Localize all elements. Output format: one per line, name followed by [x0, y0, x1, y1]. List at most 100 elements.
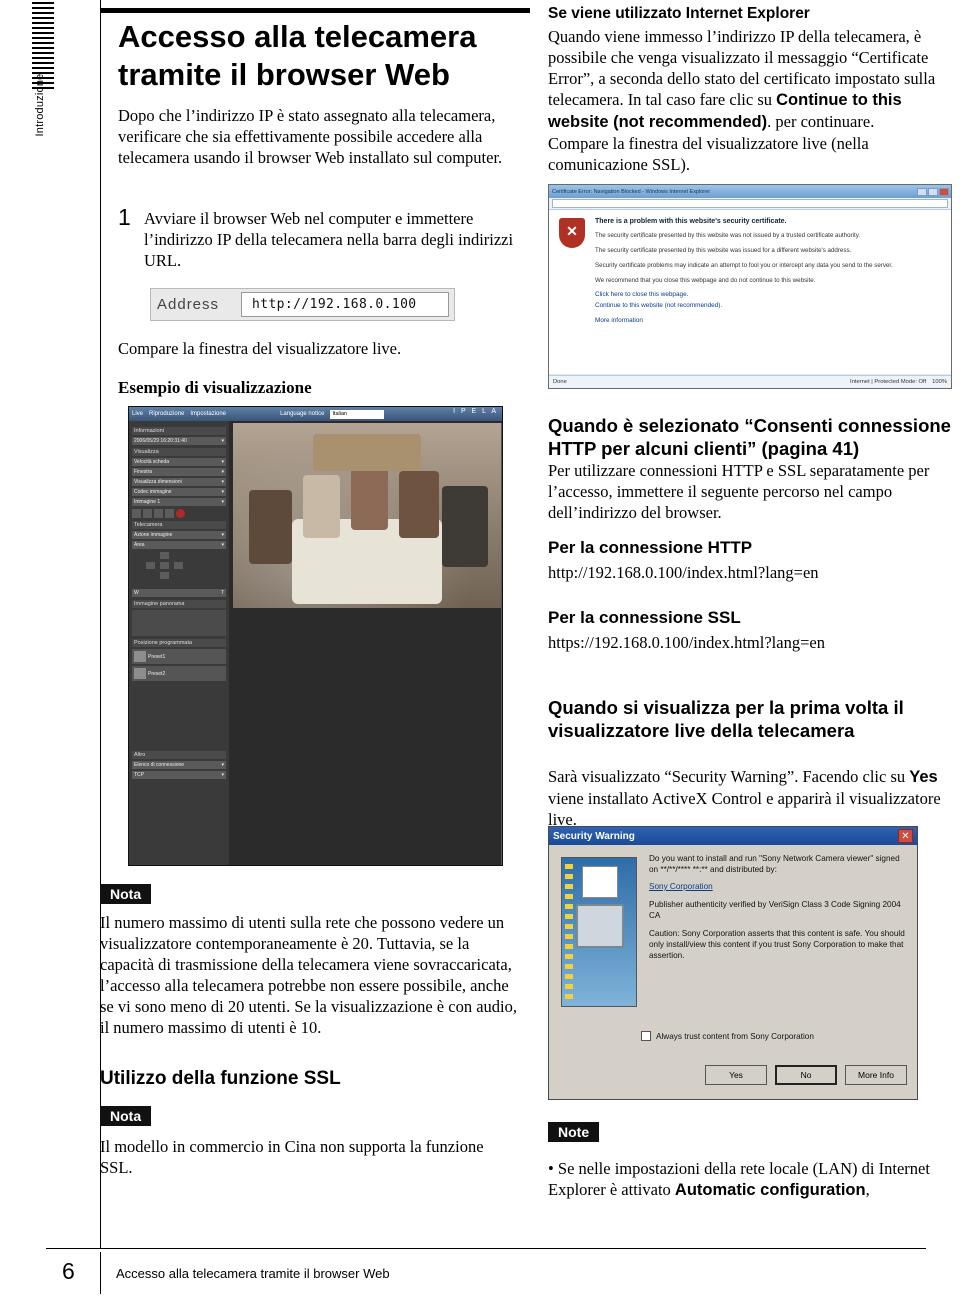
ssl-section-heading: Utilizzo della funzione SSL: [100, 1068, 341, 1089]
first-time-body: Sarà visualizzato “Security Warning”. Fa…: [548, 766, 953, 830]
ie-link-continue[interactable]: Continue to this website (not recommende…: [595, 302, 941, 309]
viewer-section-other: Altro: [132, 751, 226, 759]
ptz-up: [160, 552, 169, 559]
first-time-heading: Quando si visualizza per la prima volta …: [548, 697, 904, 741]
live-viewer-screenshot: Live Riproduzione Impostazione Language …: [128, 406, 503, 866]
preset2-label: Preset2: [148, 670, 166, 677]
ie-link-close-webpage[interactable]: Click here to close this webpage.: [595, 291, 941, 298]
address-bar-figure: Address http://192.168.0.100: [150, 288, 455, 321]
viewer-row-caret: ▾: [221, 438, 224, 444]
viewer-row-caret-7: ▾: [221, 532, 224, 538]
video-person-3: [350, 467, 389, 531]
video-person-1: [249, 489, 292, 564]
always-trust-checkbox-row[interactable]: Always trust content from Sony Corporati…: [641, 1031, 814, 1041]
viewer-row-caret-4: ▾: [221, 479, 224, 485]
footer-text: Accesso alla telecamera tramite il brows…: [116, 1266, 390, 1281]
ssl-connection-heading: Per la connessione SSL: [548, 608, 741, 627]
folder-icon: [143, 509, 152, 518]
address-input-figure: http://192.168.0.100: [241, 292, 449, 317]
page-title: Accesso alla telecamera tramite il brows…: [118, 19, 477, 92]
ie-status-left: Done: [553, 379, 567, 385]
security-warning-title: Security Warning: [553, 830, 635, 842]
viewer-brand: I P E L A: [453, 408, 498, 415]
viewer-area: Area: [134, 542, 145, 548]
viewer-window: Finestra: [134, 469, 153, 475]
security-warning-buttons: Yes No More Info: [705, 1065, 907, 1085]
viewer-section-panorama: Immagine panorama: [132, 600, 226, 608]
ptz-down: [160, 572, 169, 579]
http-section-body: Per utilizzare connessioni HTTP e SSL se…: [548, 461, 930, 522]
security-warning-question: Do you want to install and run "Sony Net…: [649, 854, 900, 874]
first-time-part2: viene installato ActiveX Control e appar…: [548, 789, 941, 829]
viewer-tab-live: Live: [132, 411, 144, 417]
example-heading: Esempio di visualizzazione: [118, 378, 312, 397]
ie-address-field[interactable]: [552, 199, 948, 208]
viewer-section-info: Informazioni: [132, 427, 226, 435]
footer-divider: [100, 1252, 101, 1294]
step-1-text: Avviare il browser Web nel computer e im…: [144, 209, 514, 270]
note-text-bold: Automatic configuration: [674, 1181, 866, 1199]
viewer-row-caret-5: ▾: [221, 489, 224, 495]
close-icon[interactable]: [939, 187, 949, 196]
viewer-scrollbar[interactable]: [501, 423, 502, 865]
checkbox-icon[interactable]: [641, 1031, 651, 1041]
ie-link-more-info[interactable]: More information: [595, 317, 941, 324]
publisher-link[interactable]: Sony Corporation: [649, 881, 909, 892]
page-number: 6: [62, 1258, 75, 1284]
security-warning-titlebar: Security Warning ✕: [549, 827, 917, 845]
viewer-image1: Immagine 1: [134, 499, 161, 505]
viewer-language-label: Language notice: [280, 411, 325, 417]
first-time-part1: Sarà visualizzato “Security Warning”. Fa…: [548, 767, 910, 786]
maximize-icon[interactable]: [928, 187, 938, 196]
icon-dots: [565, 864, 573, 1000]
ie-error-links: Click here to close this webpage. Contin…: [595, 291, 941, 324]
viewer-section-preset: Posizione programmata: [132, 639, 226, 647]
footer-rule: [46, 1248, 926, 1249]
viewer-tab-settings: Impostazione: [190, 411, 227, 417]
speaker-icon: [154, 509, 163, 518]
preset1-label: Preset1: [148, 653, 166, 660]
step-1-number: 1: [118, 204, 131, 230]
security-warning-close-icon[interactable]: ✕: [898, 829, 913, 843]
minimize-icon[interactable]: [917, 187, 927, 196]
video-person-2: [302, 474, 341, 538]
viewer-section-camera: Telecamera: [132, 521, 226, 529]
viewer-row-caret-9: ▾: [221, 762, 224, 768]
viewer-row-caret-3: ▾: [221, 469, 224, 475]
viewer-section-display: Visualizza: [132, 448, 226, 456]
side-tab: Introduzione: [22, 0, 64, 190]
record-icon: [176, 509, 185, 518]
icon-paper: [582, 866, 618, 898]
ie-error-heading: There is a problem with this website's s…: [595, 218, 787, 225]
http-section-heading: Quando è selezionato “Consenti connessio…: [548, 415, 951, 459]
ie-titlebar: Certificate Error: Navigation Blocked - …: [549, 185, 951, 198]
viewer-ptz-pad: [132, 552, 226, 586]
ie-content: There is a problem with this website's s…: [549, 210, 951, 374]
security-warning-body: Do you want to install and run "Sony Net…: [549, 845, 917, 1099]
nota-text-2: Il modello in commercio in Cina non supp…: [100, 1137, 484, 1177]
viewer-row-caret-6: ▾: [221, 499, 224, 505]
viewer-tab-playback: Riproduzione: [149, 411, 185, 417]
camera-icon: [132, 509, 141, 518]
ie-window-buttons: [917, 187, 951, 196]
ie-error-para-2: The security certificate presented by th…: [595, 247, 852, 254]
address-label: Address: [157, 296, 220, 313]
intro-paragraph: Dopo che l’indirizzo IP è stato assegnat…: [118, 106, 503, 167]
no-button[interactable]: No: [775, 1065, 837, 1085]
viewer-row-caret-8: ▾: [221, 542, 224, 548]
ie-address-toolbar: [549, 198, 951, 210]
more-info-button[interactable]: More Info: [845, 1065, 907, 1085]
video-structure: [313, 434, 421, 472]
video-person-5: [442, 485, 488, 568]
ie-status-zoom: 100%: [932, 379, 947, 385]
always-trust-label: Always trust content from Sony Corporati…: [656, 1031, 814, 1041]
viewer-tabbar: Live Riproduzione Impostazione Language …: [129, 407, 502, 421]
column-divider: [100, 0, 101, 1248]
activex-icon: [561, 857, 637, 1007]
yes-button[interactable]: Yes: [705, 1065, 767, 1085]
ie-window-title: Certificate Error: Navigation Blocked - …: [552, 188, 711, 195]
viewer-video-area: [233, 423, 501, 608]
side-tab-label: Introduzione: [34, 73, 46, 137]
ptz-left: [146, 562, 155, 569]
document-page: Introduzione Accesso alla telecamera tra…: [0, 0, 960, 1308]
